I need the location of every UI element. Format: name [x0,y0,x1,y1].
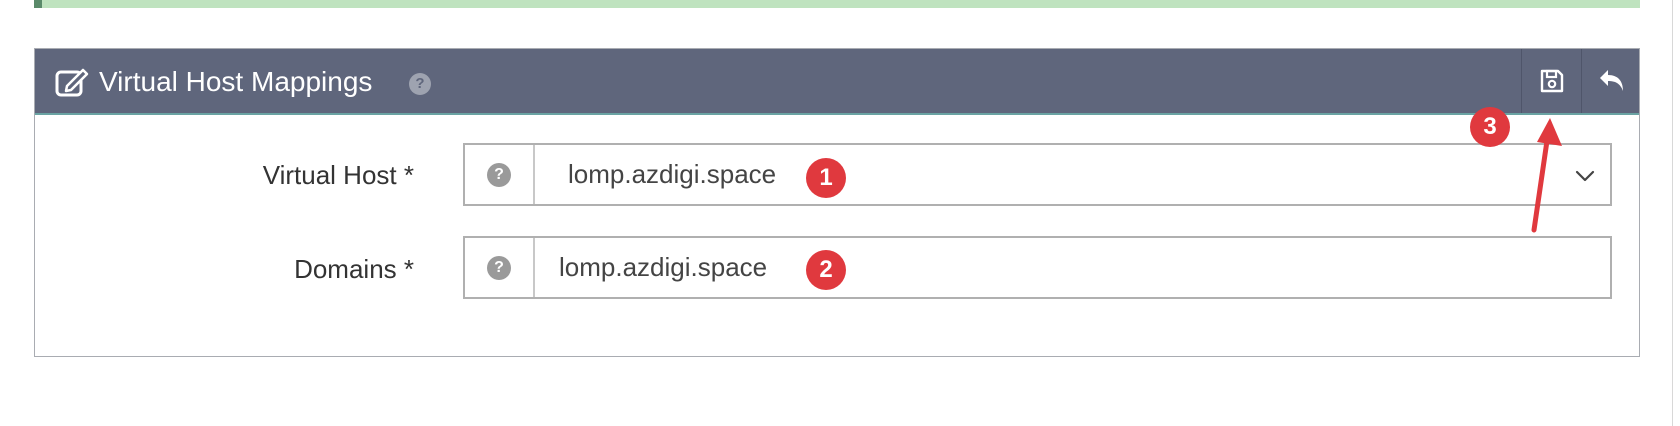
virtual-host-label: Virtual Host * [262,160,414,190]
annotation-badge-1: 1 [806,158,846,198]
page: Virtual Host Mappings ? Virtual Host * ?… [0,0,1680,426]
window-edge [1672,0,1673,426]
help-icon[interactable]: ? [409,73,431,95]
annotation-badge-3: 3 [1470,107,1510,147]
panel-header: Virtual Host Mappings ? [35,49,1639,115]
edit-icon [55,67,89,97]
help-icon: ? [487,162,511,187]
floppy-disk-icon [1540,69,1564,93]
virtual-host-help[interactable]: ? [465,145,535,204]
domains-input-value: lomp.azdigi.space [559,252,768,282]
panel-title: Virtual Host Mappings [99,66,373,97]
success-alert-strip [34,0,1640,8]
help-icon: ? [487,255,511,280]
save-button[interactable] [1521,49,1582,113]
virtual-host-select[interactable]: ? lomp.azdigi.space [463,143,1612,206]
annotation-badge-2: 2 [806,250,846,290]
domains-input[interactable]: ? lomp.azdigi.space [463,236,1612,299]
back-button[interactable] [1581,49,1642,113]
virtual-host-selected-value: lomp.azdigi.space [568,159,777,189]
undo-arrow-icon [1600,70,1623,91]
domains-help[interactable]: ? [465,238,535,297]
annotation-arrow [1531,118,1562,233]
domains-label: Domains * [294,254,414,284]
